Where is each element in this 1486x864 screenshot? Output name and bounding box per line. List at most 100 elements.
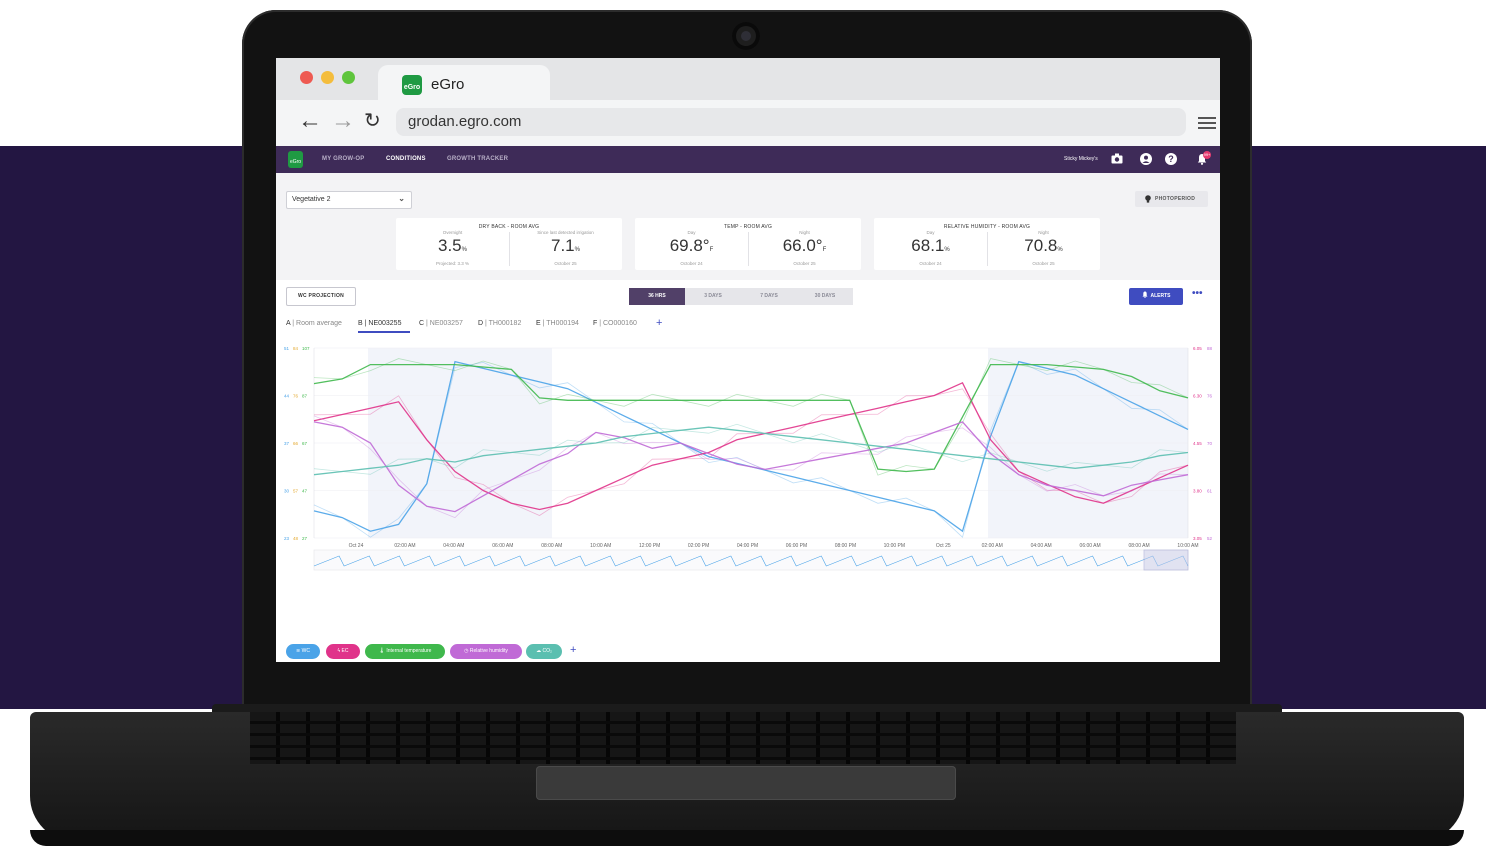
sensor-tab-d[interactable]: D | TH000182: [478, 320, 521, 327]
x-tick-label: 06:00 AM: [1080, 543, 1101, 549]
y-tick-label: 3.80: [1193, 489, 1202, 494]
wc-projection-button[interactable]: WC PROJECTION: [286, 287, 356, 306]
y-tick-label: 37: [284, 441, 290, 446]
metric-temp-day: Day 69.8°F October 24: [635, 218, 748, 266]
legend-chip-internal-temperature[interactable]: 🌡 Internal temperature: [365, 644, 445, 659]
y-tick-label: 30: [284, 489, 290, 494]
metric-value: 69.8°F: [635, 237, 748, 259]
sensor-name: TH000182: [488, 320, 522, 327]
sensor-name: Room average: [296, 320, 342, 327]
y-tick-label: 4.55: [1193, 441, 1202, 446]
forward-arrow-icon[interactable]: →: [331, 109, 355, 133]
y-tick-label: 44: [284, 394, 290, 399]
y-tick-label: 76: [1207, 394, 1213, 399]
app-logo-icon[interactable]: eGro: [288, 151, 303, 168]
metric-overnight: Overnight 3.5% Projected: 3.3 %: [396, 218, 509, 266]
sensor-tab-b[interactable]: B | NE003255: [358, 320, 401, 327]
metric-sub: October 25: [554, 261, 577, 266]
metric-sub: October 24: [680, 261, 703, 266]
sensor-letter: E: [536, 320, 541, 327]
x-tick-label: 06:00 PM: [786, 543, 807, 549]
metric-value: 70.8%: [987, 237, 1100, 259]
x-tick-label: Oct 25: [936, 543, 951, 549]
minimize-window-button[interactable]: [321, 71, 334, 84]
legend-chip-wc[interactable]: ≋ WC: [286, 644, 320, 659]
more-options-icon[interactable]: •••: [1192, 288, 1203, 299]
nav-my-grow-op[interactable]: MY GROW-OP: [322, 156, 364, 162]
stage-select[interactable]: Vegetative 2 ⌄: [286, 191, 412, 209]
photoperiod-label: PHOTOPERIOD: [1155, 196, 1196, 202]
user-name[interactable]: Sticky Mickey's: [1064, 156, 1098, 162]
close-window-button[interactable]: [300, 71, 313, 84]
metric-rh-night: Night 70.8% October 25: [987, 218, 1100, 266]
y-tick-label: 61: [1207, 489, 1213, 494]
app-nav-bar: eGro MY GROW-OP CONDITIONS GROWTH TRACKE…: [276, 146, 1220, 173]
reload-icon[interactable]: ↻: [364, 109, 381, 133]
y-tick-label: 70: [1207, 441, 1213, 446]
conditions-chart[interactable]: 51 44 37 30 23 84 76 66 57 48 107 87 67 47 27 6.05 6.30 4…: [276, 340, 1220, 620]
x-tick-label: 06:00 AM: [492, 543, 513, 549]
x-tick-label: 02:00 PM: [688, 543, 709, 549]
overview-selection: [1143, 549, 1189, 571]
metric-unit: %: [1057, 247, 1063, 253]
add-sensor-button[interactable]: +: [656, 317, 662, 329]
range-30-days[interactable]: 30 DAYS: [797, 288, 853, 305]
sensor-tab-c[interactable]: C | NE003257: [419, 320, 463, 327]
alerts-label: ALERTS: [1150, 293, 1171, 299]
chip-label: Relative humidity: [469, 648, 508, 654]
x-tick-label: 04:00 AM: [443, 543, 464, 549]
stage-select-value: Vegetative 2: [292, 196, 331, 203]
metric-unit: %: [461, 247, 467, 253]
url-field[interactable]: grodan.egro.com: [396, 108, 1186, 136]
legend-chip-ec[interactable]: ϟ EC: [326, 644, 360, 659]
range-7-days[interactable]: 7 DAYS: [741, 288, 797, 305]
tab-title: eGro: [431, 76, 465, 93]
browser-menu-icon[interactable]: [1198, 117, 1216, 119]
x-tick-label: 04:00 AM: [1031, 543, 1052, 549]
legend-chip-co2[interactable]: ☁ CO₂: [526, 644, 562, 659]
sensor-letter: F: [593, 320, 598, 327]
sensor-letter: B: [358, 320, 363, 327]
browser-tab[interactable]: eGro eGro: [378, 65, 550, 100]
camera-icon[interactable]: [1111, 153, 1123, 165]
add-legend-button[interactable]: +: [570, 644, 576, 656]
y-tick-label: 52: [1207, 536, 1213, 541]
sensor-letter: D: [478, 320, 484, 327]
x-tick-label: 08:00 PM: [835, 543, 856, 549]
y-tick-label: 66: [293, 441, 299, 446]
maximize-window-button[interactable]: [342, 71, 355, 84]
range-3-days[interactable]: 3 DAYS: [685, 288, 741, 305]
photoperiod-button[interactable]: PHOTOPERIOD: [1135, 191, 1208, 207]
metric-value: 66.0°F: [748, 237, 861, 259]
sensor-name: NE003255: [368, 320, 402, 327]
sensor-tab-e[interactable]: E | TH000194: [536, 320, 579, 327]
account-icon[interactable]: [1140, 153, 1152, 165]
range-36-hrs[interactable]: 36 HRS: [629, 288, 685, 305]
alerts-button[interactable]: ALERTS: [1129, 288, 1183, 305]
y-tick-label: 67: [302, 441, 308, 446]
metric-value: 7.1%: [509, 237, 622, 259]
tab-bar: eGro eGro: [276, 58, 1220, 100]
sensor-letter: A: [286, 320, 291, 327]
bell-icon: [1142, 291, 1147, 298]
sensor-name: NE003257: [429, 320, 463, 327]
nav-growth-tracker[interactable]: GROWTH TRACKER: [447, 156, 508, 162]
y-tick-label: 51: [284, 346, 290, 351]
x-tick-label: 10:00 AM: [1177, 543, 1198, 549]
help-icon[interactable]: ?: [1165, 153, 1177, 165]
legend-chip-relative-humidity[interactable]: ◷ Relative humidity: [450, 644, 522, 659]
browser-window: eGro eGro ← → ↻ grodan.egro.com eGro MY …: [276, 58, 1220, 662]
nav-conditions[interactable]: CONDITIONS: [386, 156, 426, 162]
humidity-card: RELATIVE HUMIDITY - ROOM AVG Day 68.1% O…: [874, 218, 1100, 270]
x-tick-label: 10:00 PM: [884, 543, 905, 549]
keyboard: [250, 712, 1236, 764]
chart-panel: WC PROJECTION 36 HRS 3 DAYS 7 DAYS 30 DA…: [276, 280, 1220, 662]
trackpad: [536, 766, 956, 800]
chip-label: EC: [341, 648, 349, 654]
url-text: grodan.egro.com: [408, 113, 522, 130]
sensor-tab-f[interactable]: F | CO000160: [593, 320, 637, 327]
sensor-tab-a[interactable]: A | Room average: [286, 320, 342, 327]
x-tick-label: Oct 24: [349, 543, 364, 549]
laptop-base-edge: [30, 830, 1464, 846]
back-arrow-icon[interactable]: ←: [298, 109, 322, 133]
